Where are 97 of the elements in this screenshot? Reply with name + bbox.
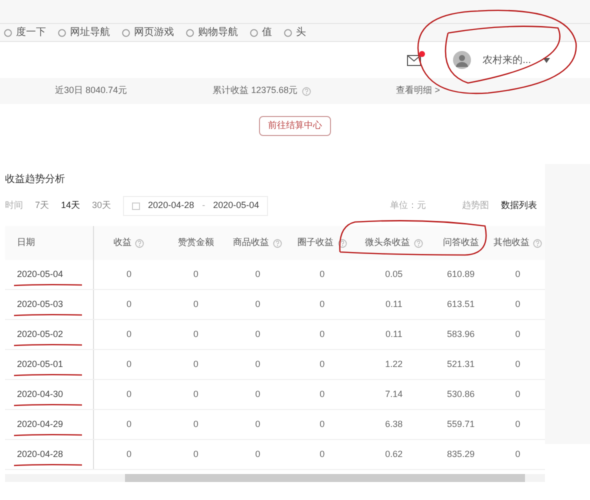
table-cell-text: 0: [126, 268, 132, 281]
range-tab[interactable]: 7天: [35, 199, 50, 213]
table-cell-text: 0: [193, 328, 198, 341]
table-cell-text: 0: [515, 448, 520, 461]
calendar-icon: [132, 202, 140, 210]
table-cell-text: 7.14: [385, 388, 403, 401]
bookmark-link[interactable]: 头: [284, 25, 306, 40]
table-cell-text: 0: [320, 358, 325, 371]
mail-icon[interactable]: [406, 54, 421, 66]
table-cell-text: 0: [255, 388, 260, 401]
table-cell-text: 559.71: [447, 418, 475, 431]
table-cell-text: 0: [126, 328, 132, 341]
table-cell-text: 610.89: [447, 268, 475, 281]
column-header: 日期: [17, 236, 35, 250]
help-icon: [302, 86, 311, 96]
table-cell-text: 0: [193, 448, 198, 461]
table-cell-text: 0: [320, 448, 325, 461]
column-header: 圈子收益: [298, 236, 334, 250]
pen-underline: [13, 463, 83, 467]
table-cell-text: 0.11: [386, 328, 402, 341]
table-cell-text: 0: [320, 298, 325, 311]
total-earnings: 累计收益 12375.68元: [212, 84, 311, 98]
table-cell-text: 0.11: [386, 298, 402, 311]
table-cell-text: 2020-04-30: [17, 388, 64, 401]
section-title: 收益趋势分析: [5, 172, 66, 187]
table-cell-text: 613.51: [447, 298, 475, 311]
view-tab[interactable]: 数据列表: [501, 199, 537, 213]
table-cell-text: 0.05: [385, 268, 403, 281]
table-cell-text: 530.86: [447, 388, 475, 401]
pen-underline: [13, 433, 83, 437]
table-cell-text: 0: [320, 388, 325, 401]
filter-label: 时间: [5, 199, 23, 212]
user-name[interactable]: 农村来的...: [482, 52, 531, 68]
details-link[interactable]: 查看明细 >: [396, 84, 440, 98]
table-cell-text: 0: [193, 358, 198, 371]
table-cell-text: 2020-05-03: [17, 298, 64, 311]
pen-underline: [13, 373, 83, 377]
table-cell-text: 0: [515, 268, 520, 281]
table-cell-text: 2020-05-02: [17, 328, 64, 341]
table-cell-text: 0: [193, 418, 198, 431]
table-cell-text: 0: [126, 418, 132, 431]
horizontal-scrollbar[interactable]: [5, 474, 545, 482]
scroll-thumb[interactable]: [125, 474, 525, 482]
avatar-icon[interactable]: [452, 51, 471, 69]
pen-underline: [13, 403, 83, 407]
table-cell-text: 2020-05-01: [17, 358, 64, 371]
range-tab[interactable]: 30天: [92, 199, 112, 213]
table-cell-text: 2020-04-28: [17, 448, 64, 461]
column-header: 其他收益: [493, 236, 530, 250]
table-cell-text: 0: [255, 328, 260, 341]
table-cell-text: 0: [193, 268, 198, 281]
settlement-button[interactable]: 前往结算中心: [259, 116, 331, 136]
table-cell-text: 0: [193, 298, 198, 311]
table-cell-text: 835.29: [447, 448, 475, 461]
bookmark-link[interactable]: 购物导航: [186, 25, 238, 40]
table-cell-text: 0: [255, 448, 260, 461]
unit-label: 单位：元: [390, 199, 426, 212]
table-cell-text: 0: [255, 358, 260, 371]
table-cell-text: 0: [126, 388, 132, 401]
column-header: 问答收益: [442, 236, 479, 250]
bookmark-link[interactable]: 网址导航: [58, 25, 110, 40]
bookmark-link[interactable]: 网页游戏: [122, 25, 174, 40]
table-cell-text: 0: [320, 268, 325, 281]
table-cell-text: 0: [320, 418, 325, 431]
caret-icon[interactable]: [543, 58, 550, 62]
pen-underline: [13, 283, 83, 287]
table-cell-text: 0.62: [385, 448, 403, 461]
column-header: 商品收益: [233, 236, 270, 250]
table-cell-text: 0: [515, 328, 520, 341]
range-tab[interactable]: 14天: [61, 199, 80, 213]
table-cell-text: 0: [126, 448, 132, 461]
table-cell-text: 0: [320, 328, 325, 341]
table-cell-text: 0: [193, 388, 198, 401]
pen-underline: [13, 343, 83, 347]
table-cell-text: 1.22: [385, 358, 403, 371]
table-cell-text: 0: [255, 418, 260, 431]
table-cell-text: 0: [126, 298, 132, 311]
table-cell-text: 0: [255, 298, 260, 311]
table-cell-text: 0: [255, 268, 260, 281]
column-header: 微头条收益: [364, 236, 410, 250]
table-cell-text: 2020-04-29: [17, 418, 64, 431]
table-cell-text: 0: [126, 358, 132, 371]
table-cell-text: 0: [515, 298, 520, 311]
table-cell-text: 2020-05-04: [17, 268, 64, 281]
table-cell-text: 0: [515, 388, 520, 401]
pen-underline: [13, 313, 83, 317]
bookmark-link[interactable]: 值: [250, 25, 272, 40]
column-header: 收益: [113, 236, 132, 250]
table-cell-text: 0: [515, 418, 520, 431]
column-header: 赞赏金额: [178, 236, 214, 250]
table-cell-text: 0: [515, 358, 520, 371]
date-range-field[interactable]: 2020-04-28 - 2020-05-04: [123, 196, 268, 216]
table-cell-text: 521.31: [447, 358, 475, 371]
table-cell-text: 583.96: [447, 328, 475, 341]
bookmark-link[interactable]: 度一下: [4, 25, 46, 40]
table-cell-text: 6.38: [385, 418, 403, 431]
recent-earnings: 近30日 8040.74元: [55, 84, 128, 98]
